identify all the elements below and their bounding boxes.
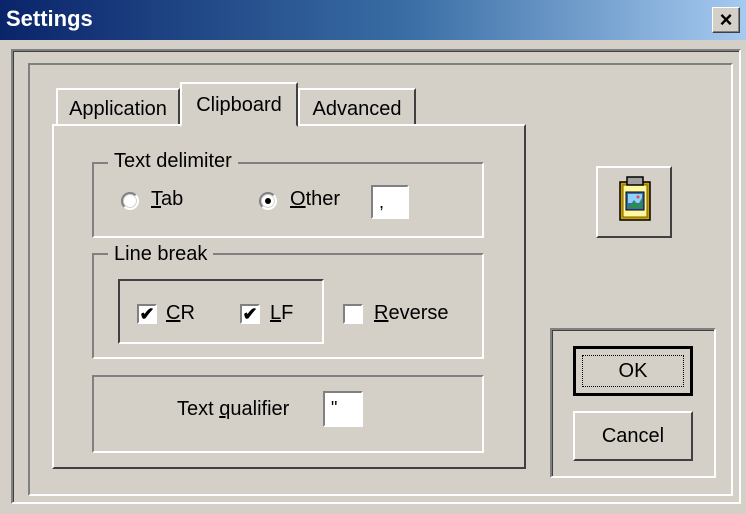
focus-rectangle (582, 355, 684, 387)
ok-button[interactable]: OK (573, 346, 693, 396)
lf-label[interactable]: LF (270, 302, 293, 325)
cr-label[interactable]: CR (166, 302, 195, 325)
text-delimiter-label: Text delimiter (108, 150, 238, 173)
text-qualifier-input[interactable]: " (323, 391, 363, 427)
tab-clipboard[interactable]: Clipboard (180, 82, 298, 127)
clipboard-image-button[interactable] (596, 166, 672, 238)
checkmark-icon: ✔ (139, 304, 155, 324)
line-break-label: Line break (108, 243, 214, 266)
text-qualifier-label: Text qualifier (177, 398, 290, 420)
window-title: Settings (6, 6, 93, 31)
cr-checkbox[interactable]: ✔ (137, 304, 157, 324)
tab-radio-label[interactable]: Tab (151, 188, 183, 211)
tab-clipboard-label: Clipboard (196, 94, 282, 116)
clipboard-image-icon (619, 176, 651, 221)
checkmark-icon: ✔ (242, 304, 258, 324)
tab-advanced[interactable]: Advanced (298, 88, 416, 126)
reverse-label[interactable]: Reverse (374, 302, 448, 325)
close-icon: × (719, 7, 733, 32)
title-bar: Settings × (0, 0, 746, 40)
tab-application[interactable]: Application (56, 88, 180, 126)
tab-advanced-label: Advanced (312, 98, 402, 120)
close-button[interactable]: × (712, 7, 740, 33)
cancel-label: Cancel (601, 425, 665, 447)
other-delimiter-input[interactable]: , (371, 185, 409, 219)
tab-application-label: Application (69, 98, 167, 120)
reverse-checkbox[interactable] (343, 304, 363, 324)
lf-checkbox[interactable]: ✔ (240, 304, 260, 324)
other-radio-label[interactable]: Other (290, 188, 340, 211)
tab-radio[interactable] (121, 192, 139, 210)
cancel-button[interactable]: Cancel (573, 411, 693, 461)
other-radio[interactable] (259, 192, 277, 210)
